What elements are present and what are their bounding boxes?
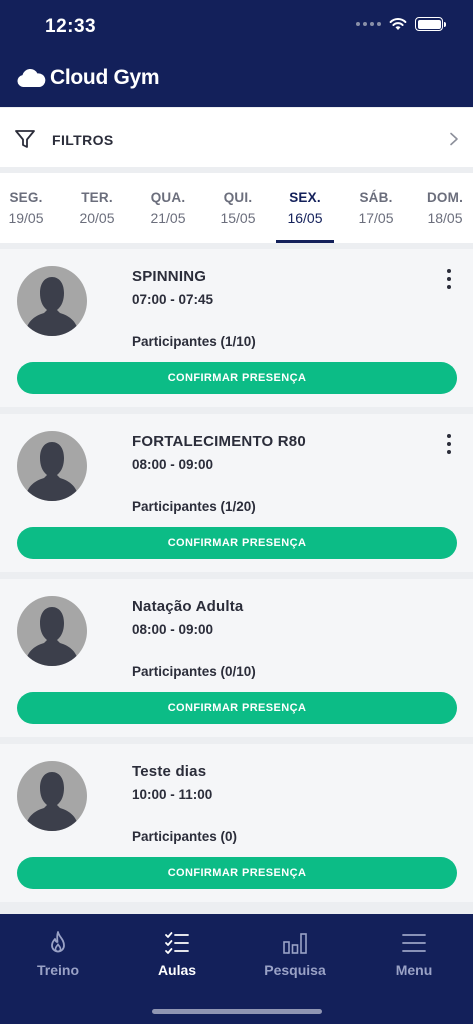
day-date: 15/05 xyxy=(220,210,256,226)
avatar xyxy=(17,596,87,666)
person-icon xyxy=(25,442,79,501)
class-time: 08:00 - 09:00 xyxy=(132,457,214,472)
day-name: QUA. xyxy=(150,190,186,205)
class-title: SPINNING xyxy=(132,268,207,285)
nav-item-pesquisa[interactable]: Pesquisa xyxy=(250,930,340,978)
confirm-presence-button[interactable]: CONFIRMAR PRESENÇA xyxy=(17,857,457,889)
class-title: Teste dias xyxy=(132,763,207,780)
avatar xyxy=(17,266,87,336)
status-time: 12:33 xyxy=(45,16,97,37)
confirm-presence-button[interactable]: CONFIRMAR PRESENÇA xyxy=(17,692,457,724)
filters-label: FILTROS xyxy=(52,132,114,148)
day-name: DOM. xyxy=(426,190,464,205)
day-tab-dom[interactable]: DOM. 18/05 xyxy=(413,173,473,243)
app-header: 12:33 Cloud Gym xyxy=(0,0,473,107)
day-name: SEX. xyxy=(289,190,321,205)
more-options-icon[interactable] xyxy=(443,434,455,454)
day-date: 19/05 xyxy=(8,210,44,226)
bottom-navigation: Treino Aulas Pesquisa Menu xyxy=(0,914,473,1024)
status-icons xyxy=(356,17,446,31)
person-icon xyxy=(25,772,79,831)
person-icon xyxy=(25,607,79,666)
class-card: SPINNING 07:00 - 07:45 Participantes (1/… xyxy=(0,249,473,407)
cloud-icon xyxy=(17,68,46,87)
nav-label: Treino xyxy=(36,962,79,978)
nav-item-menu[interactable]: Menu xyxy=(369,930,459,978)
day-name: SEG. xyxy=(9,190,43,205)
class-time: 10:00 - 11:00 xyxy=(132,787,213,802)
day-tab-seg[interactable]: SEG. 19/05 xyxy=(0,173,58,243)
day-tab-ter[interactable]: TER. 20/05 xyxy=(65,173,129,243)
confirm-presence-button[interactable]: CONFIRMAR PRESENÇA xyxy=(17,362,457,394)
day-date: 16/05 xyxy=(287,210,323,226)
day-date: 21/05 xyxy=(150,210,186,226)
person-icon xyxy=(25,277,79,336)
day-tab-sab[interactable]: SÁB. 17/05 xyxy=(344,173,408,243)
class-participants: Participantes (0) xyxy=(132,829,238,844)
day-date: 20/05 xyxy=(79,210,115,226)
class-time: 08:00 - 09:00 xyxy=(132,622,214,637)
nav-item-aulas[interactable]: Aulas xyxy=(132,930,222,978)
nav-label: Menu xyxy=(395,962,433,978)
more-options-icon[interactable] xyxy=(443,269,455,289)
app-name: Cloud Gym xyxy=(50,66,160,89)
day-name: TER. xyxy=(81,190,113,205)
class-participants: Participantes (1/20) xyxy=(132,499,256,514)
checklist-icon xyxy=(165,932,189,954)
day-tab-qui[interactable]: QUI. 15/05 xyxy=(206,173,270,243)
class-participants: Participantes (0/10) xyxy=(132,664,256,679)
day-date: 17/05 xyxy=(358,210,394,226)
class-card: Natação Adulta 08:00 - 09:00 Participant… xyxy=(0,579,473,737)
bar-chart-icon xyxy=(283,933,307,954)
class-card: FORTALECIMENTO R80 08:00 - 09:00 Partici… xyxy=(0,414,473,572)
nav-label: Pesquisa xyxy=(264,962,326,978)
hamburger-menu-icon xyxy=(402,934,426,952)
flame-icon xyxy=(51,931,65,953)
day-name: SÁB. xyxy=(359,190,393,205)
day-tab-sex[interactable]: SEX. 16/05 xyxy=(276,173,334,243)
signal-dots-icon xyxy=(356,22,381,26)
nav-label: Aulas xyxy=(157,962,197,978)
nav-item-treino[interactable]: Treino xyxy=(13,930,103,978)
class-card: Teste dias 10:00 - 11:00 Participantes (… xyxy=(0,744,473,902)
home-indicator xyxy=(152,1009,322,1014)
chevron-right-icon xyxy=(450,132,458,146)
class-time: 07:00 - 07:45 xyxy=(132,292,214,307)
day-tab-qua[interactable]: QUA. 21/05 xyxy=(136,173,200,243)
class-title: Natação Adulta xyxy=(132,598,244,615)
battery-icon xyxy=(415,17,446,31)
confirm-presence-button[interactable]: CONFIRMAR PRESENÇA xyxy=(17,527,457,559)
filter-icon xyxy=(15,130,35,148)
wifi-icon xyxy=(389,18,407,30)
filters-row[interactable]: FILTROS xyxy=(0,108,473,167)
day-selector: SEG. 19/05 TER. 20/05 QUA. 21/05 QUI. 15… xyxy=(0,173,473,243)
class-participants: Participantes (1/10) xyxy=(132,334,256,349)
brand-logo: Cloud Gym xyxy=(16,66,160,90)
avatar xyxy=(17,761,87,831)
avatar xyxy=(17,431,87,501)
day-name: QUI. xyxy=(223,190,253,205)
day-date: 18/05 xyxy=(427,210,463,226)
class-title: FORTALECIMENTO R80 xyxy=(132,433,306,450)
